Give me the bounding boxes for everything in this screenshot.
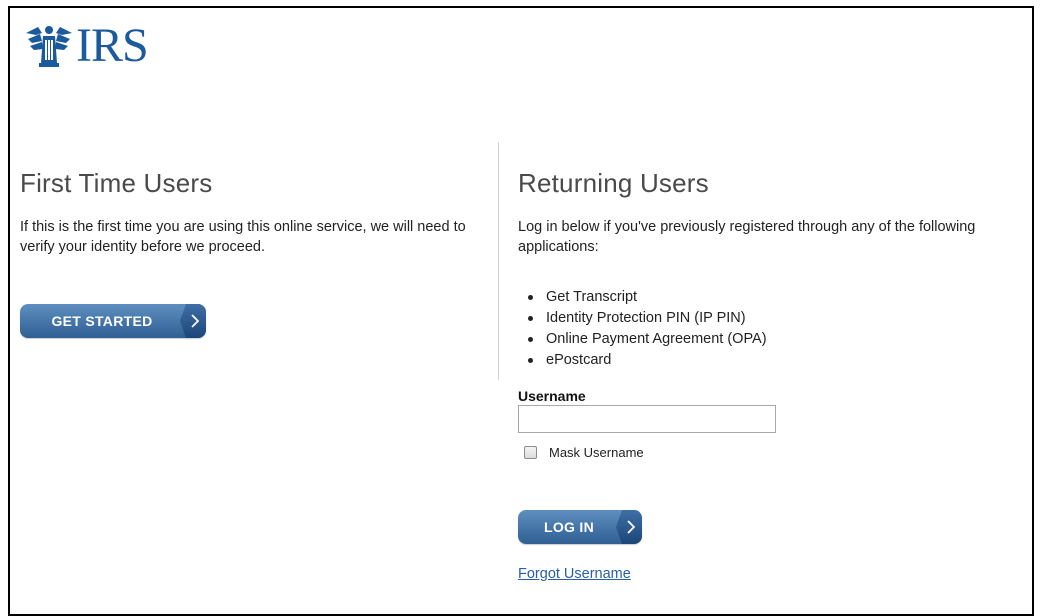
forgot-username-link[interactable]: Forgot Username [518, 566, 631, 582]
first-time-users-title: First Time Users [20, 168, 213, 198]
log-in-button[interactable]: LOG IN [518, 510, 642, 544]
irs-eagle-logo-icon [26, 26, 72, 67]
list-item: Get Transcript [528, 287, 1008, 308]
mask-username-checkbox[interactable] [524, 446, 537, 459]
irs-logo[interactable]: IRS [24, 18, 149, 74]
first-time-users-description: If this is the first time you are using … [20, 219, 466, 255]
get-started-label: GET STARTED [51, 313, 153, 329]
mask-username-row[interactable]: Mask Username [524, 445, 644, 460]
username-input[interactable] [518, 405, 776, 433]
list-item: Identity Protection PIN (IP PIN) [528, 308, 1008, 329]
list-item: ePostcard [528, 350, 1008, 371]
log-in-label: LOG IN [543, 519, 595, 535]
list-item: Online Payment Agreement (OPA) [528, 329, 1008, 350]
logo-text: IRS [76, 19, 149, 72]
username-label: Username [518, 388, 586, 404]
returning-users-section: Returning Users Log in below if you've p… [518, 168, 1008, 371]
mask-username-label: Mask Username [549, 445, 644, 460]
column-divider [498, 142, 499, 380]
returning-users-description: Log in below if you've previously regist… [518, 219, 976, 255]
applications-list: Get Transcript Identity Protection PIN (… [518, 287, 1008, 371]
first-time-users-section: First Time Users If this is the first ti… [20, 168, 480, 257]
get-started-button[interactable]: GET STARTED [20, 304, 206, 338]
returning-users-title: Returning Users [518, 168, 709, 198]
